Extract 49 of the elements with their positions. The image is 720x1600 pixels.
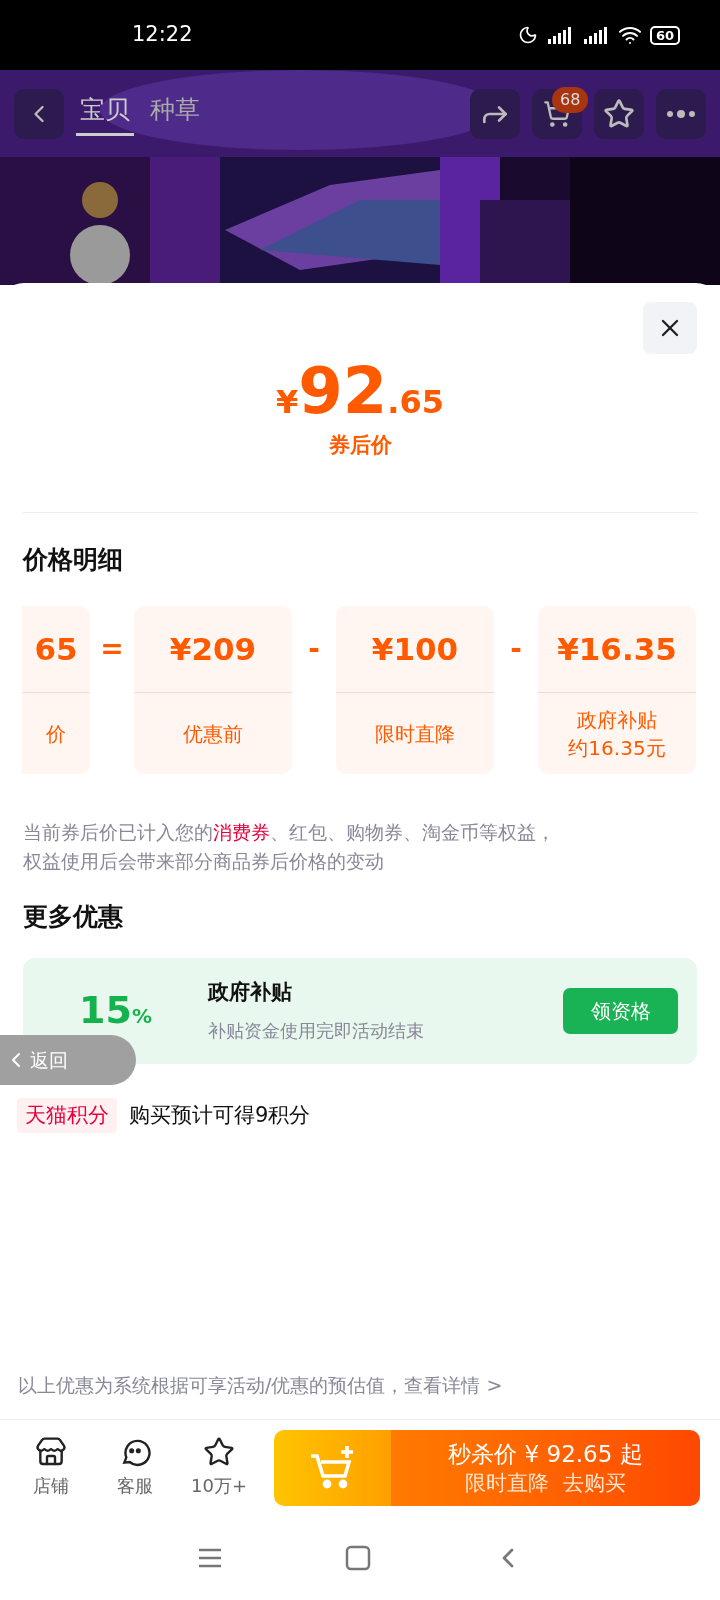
more-icon [666,109,696,118]
back-pill-button[interactable]: 返回 [0,1035,136,1085]
card-label: 价 [46,720,66,748]
signal-icon [545,25,574,45]
signal-icon [581,25,610,45]
share-button[interactable] [470,88,520,139]
card-label: 约16.35元 [568,734,666,762]
moon-icon [517,25,538,45]
points-text: 购买预计可得9积分 [129,1101,311,1129]
bottom-bar-item[interactable]: 店铺 [20,1436,82,1499]
nav-tab[interactable]: 种草 [146,91,204,136]
card-label: 限时直降 [375,720,455,748]
section-title: 价格明细 [23,543,124,576]
operator-sign: = [99,631,125,667]
back-button[interactable] [14,88,64,139]
operator-sign: - [509,631,523,667]
points-tag: 天猫积分 [17,1097,117,1133]
star-icon [203,1436,235,1468]
price-currency: ¥ [276,383,299,423]
card-label: 政府补贴 [577,706,657,734]
card-amount: ¥16.35 [557,629,677,669]
offer-percent-unit: % [131,1004,152,1030]
price-caption: 券后价 [328,432,392,459]
price-note-line: 当前券后价已计入您的消费券、红包、购物券、淘金币等权益， [23,820,556,845]
price-note-line: 权益使用后会带来部分商品券后价格的变动 [23,849,385,874]
price-decimal: .65 [387,382,444,423]
bottom-bar-item[interactable]: 10万+ [188,1436,250,1499]
more-button[interactable] [656,88,706,139]
offer-title: 政府补贴 [208,979,293,1007]
star-icon [603,97,635,130]
price-integer: 92 [298,356,388,426]
operator-sign: - [307,631,321,667]
home-square-icon[interactable] [344,1543,372,1572]
close-button[interactable] [643,302,697,354]
status-time: 12:22 [132,21,193,49]
section-title: 更多优惠 [23,901,124,933]
store-icon [35,1436,67,1468]
card-amount: 65 [34,629,78,669]
offer-percent: 15 [79,987,132,1034]
footer-note-link[interactable]: 以上优惠为系统根据可享活动/优惠的预估值，查看详情 > [18,1370,697,1399]
bottom-bar-item[interactable]: 客服 [104,1436,166,1499]
offer-subtitle: 补贴资金使用完即活动结束 [208,1018,425,1043]
nav-tab[interactable]: 宝贝 [76,91,134,136]
card-label: 优惠前 [183,720,243,748]
claim-button[interactable]: 领资格 [563,987,678,1034]
battery-indicator: 60 [649,25,680,45]
favorite-button[interactable] [594,88,644,139]
card-amount: ¥209 [169,629,257,669]
card-amount: ¥100 [371,629,459,669]
